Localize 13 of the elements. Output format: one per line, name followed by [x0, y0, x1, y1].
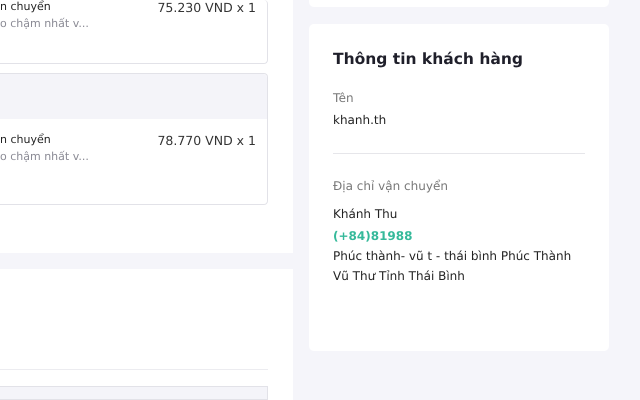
field-label: Tên [333, 91, 354, 105]
item-name: n chuyển [0, 133, 52, 146]
item-name: n chuyển [0, 0, 52, 13]
item-note: o chậm nhất v... [0, 17, 89, 30]
recipient-name: Khánh Thu [333, 207, 398, 221]
phone-number: (+84)81988 [333, 229, 412, 243]
section-title: Thông tin khách hàng [333, 50, 523, 68]
shipping-address: Phúc thành- vũ t - thái bình Phúc Thành Vũ Thư Tỉnh Thái Bình [333, 248, 572, 285]
item-price: 75.230 VND x 1 [157, 0, 256, 17]
field-label: Địa chỉ vận chuyển [333, 179, 448, 193]
item-note: o chậm nhất v... [0, 150, 89, 163]
customer-name: khanh.th [333, 113, 386, 127]
item-price: 78.770 VND x 1 [157, 133, 256, 150]
